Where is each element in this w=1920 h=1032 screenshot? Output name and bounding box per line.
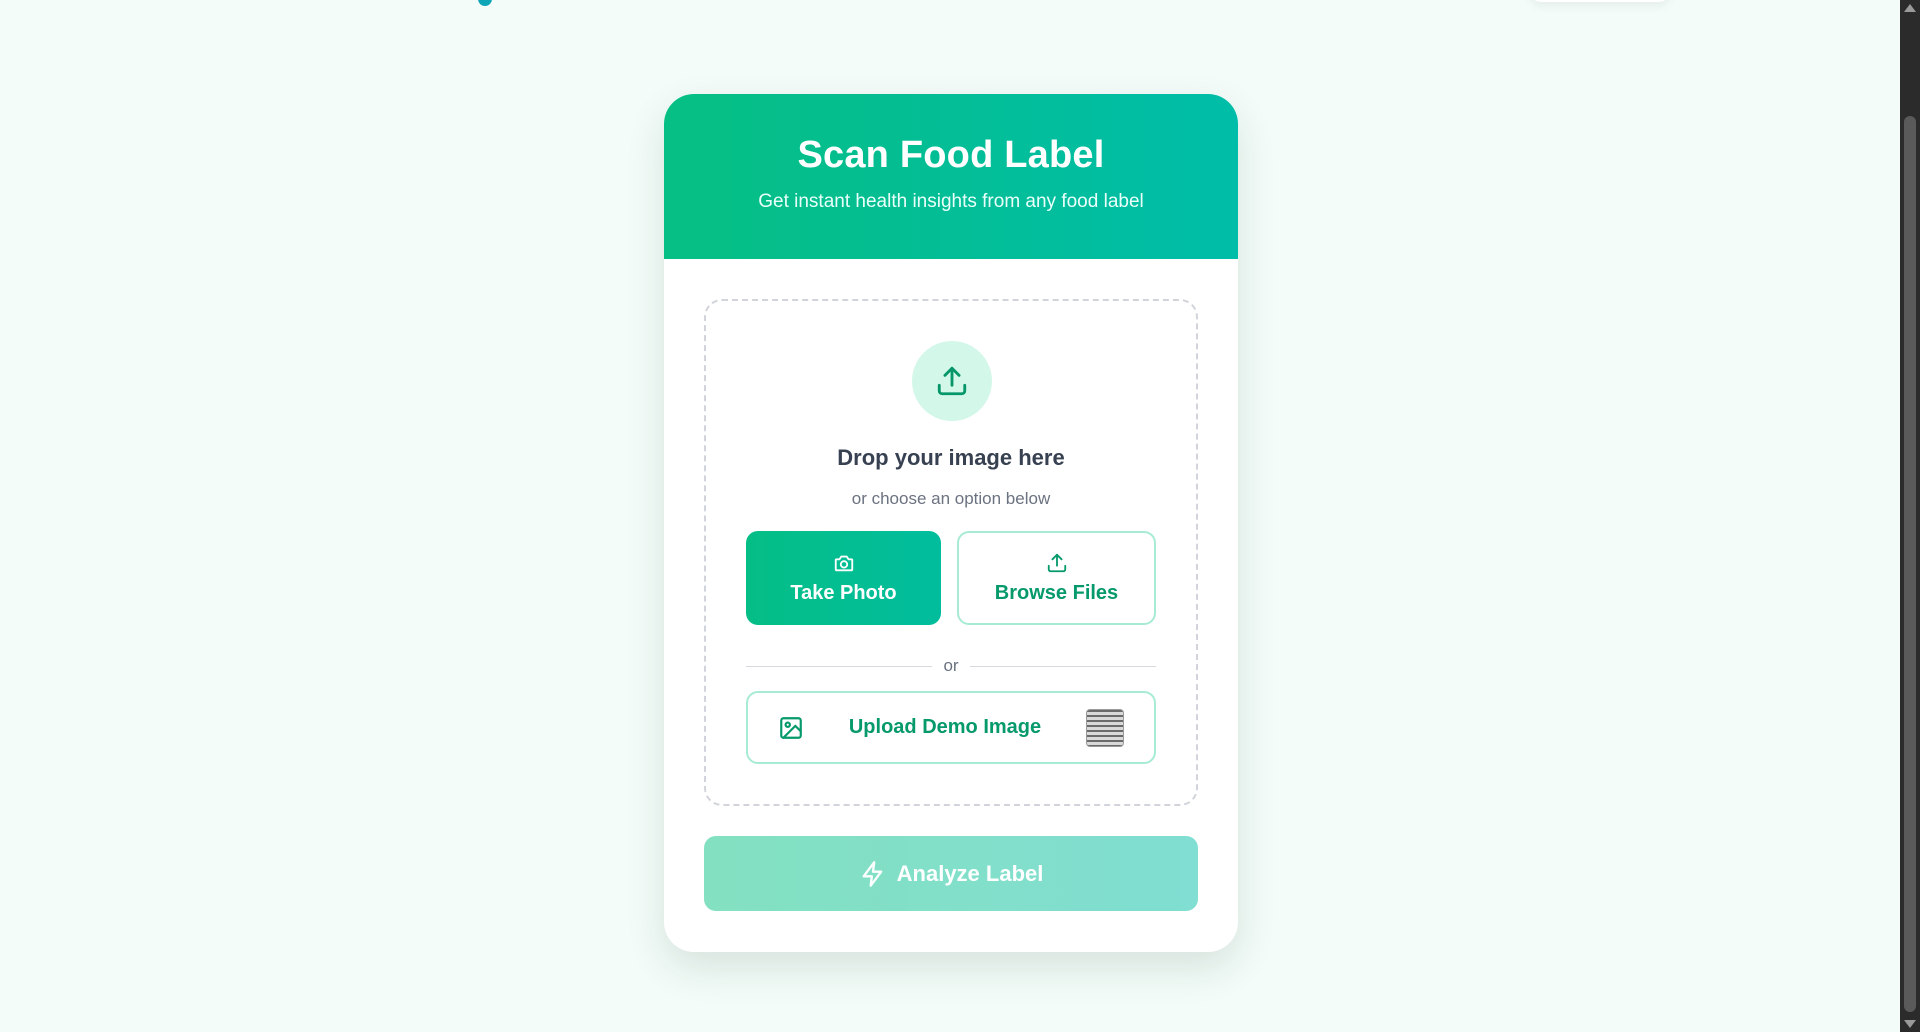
card-title: Scan Food Label [797,134,1105,176]
upload-demo-image-label: Upload Demo Image [848,716,1042,738]
dropzone-title: Drop your image here [837,445,1065,470]
scrollbar[interactable] [1900,0,1920,1032]
demo-image-thumbnail [1086,708,1124,747]
header-nav-pill[interactable] [1530,0,1670,2]
dropzone-subtitle: or choose an option below [851,489,1051,508]
divider-line [970,666,1156,667]
browse-files-label: Browse Files [994,581,1119,604]
analyze-label-text: Analyze Label [896,860,1044,886]
scroll-up-arrow-icon[interactable] [1904,4,1916,12]
image-icon [780,716,802,739]
dropzone[interactable]: Drop your image here or choose an option… [704,299,1198,806]
scan-card: Scan Food Label Get instant health insig… [664,94,1238,952]
card-subtitle: Get instant health insights from any foo… [758,191,1144,212]
card-header: Scan Food Label Get instant health insig… [664,94,1238,259]
analyze-label-button[interactable]: Analyze Label [704,836,1198,911]
lightning-icon [862,860,882,887]
scrollbar-thumb[interactable] [1904,116,1916,1012]
upload-icon [912,341,992,421]
or-divider: or [746,656,1156,676]
upload-icon [1047,553,1066,572]
camera-icon [834,555,853,571]
browse-files-button[interactable]: Browse Files [957,531,1156,625]
logo-icon[interactable] [478,0,492,6]
take-photo-label: Take Photo [790,581,897,604]
page: Scan Food Label Get instant health insig… [0,0,1920,1032]
take-photo-button[interactable]: Take Photo [746,531,941,625]
scroll-down-arrow-icon[interactable] [1904,1020,1916,1028]
upload-demo-image-button[interactable]: Upload Demo Image [746,691,1156,764]
